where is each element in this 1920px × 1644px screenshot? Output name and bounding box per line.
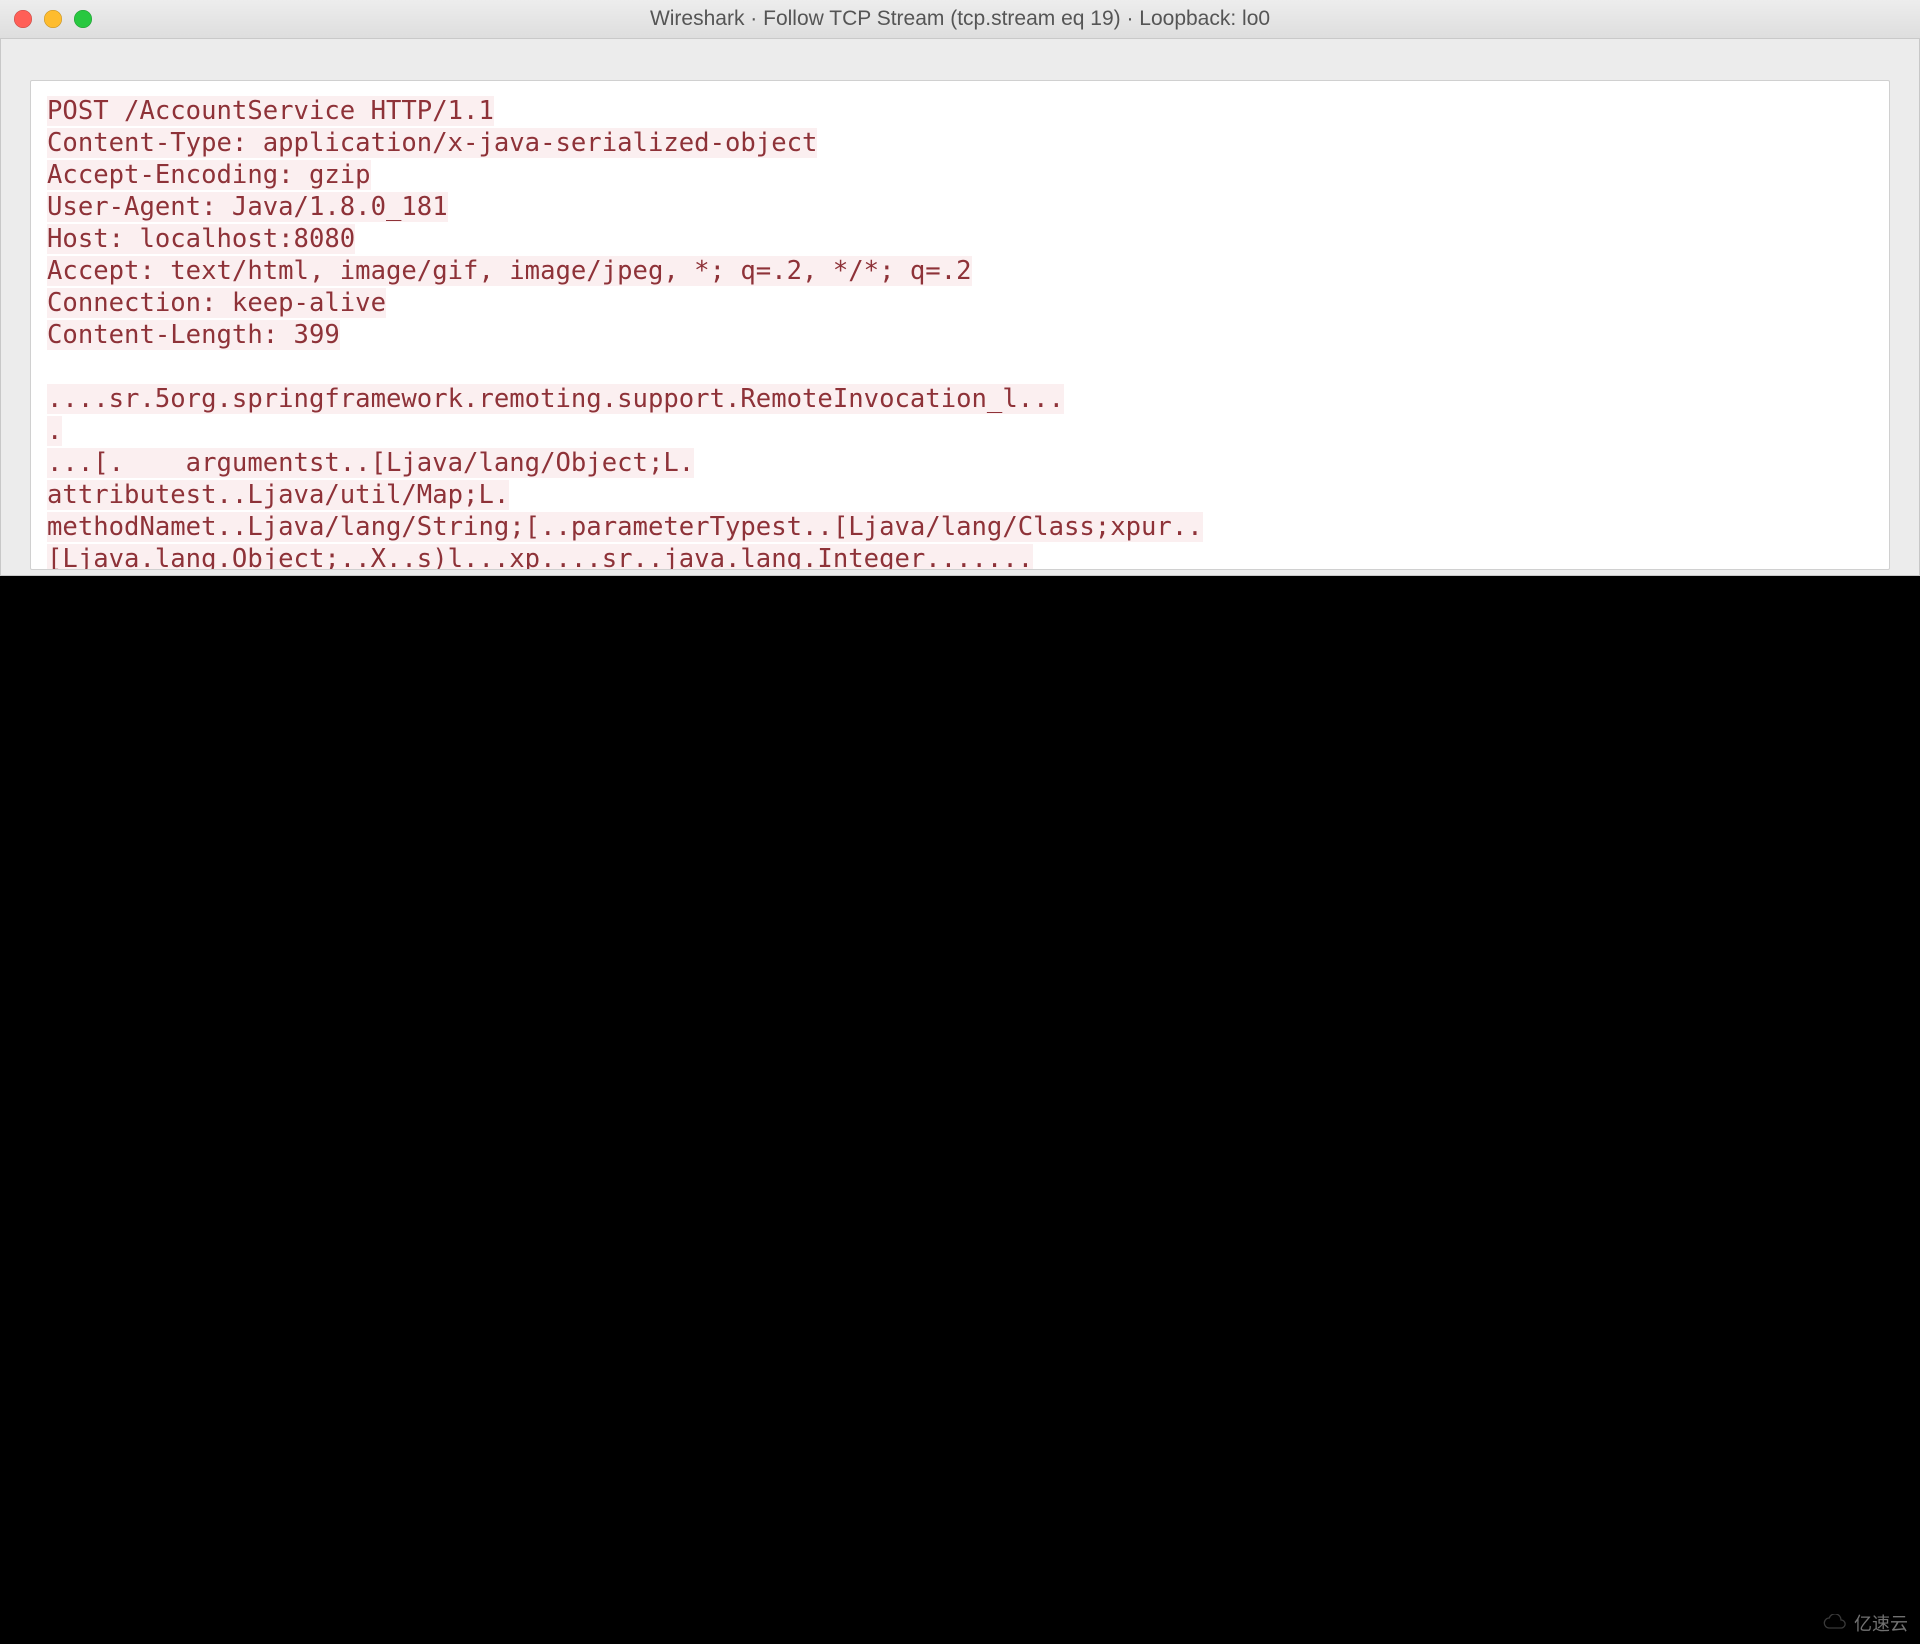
stream-viewer[interactable]: POST /AccountService HTTP/1.1 Content-Ty… <box>30 80 1890 570</box>
stream-line[interactable]: attributest..Ljava/util/Map;L. <box>47 480 509 510</box>
cloud-icon <box>1822 1614 1848 1632</box>
window-controls <box>14 10 92 28</box>
cropped-region <box>0 576 1920 1644</box>
stream-line[interactable]: methodNamet..Ljava/lang/String;[..parame… <box>47 512 1203 542</box>
stream-line[interactable]: User-Agent: Java/1.8.0_181 <box>47 192 448 222</box>
app-window: Wireshark · Follow TCP Stream (tcp.strea… <box>0 0 1920 576</box>
stream-line[interactable]: Content-Length: 399 <box>47 320 340 350</box>
stream-line[interactable]: Host: localhost:8080 <box>47 224 355 254</box>
titlebar[interactable]: Wireshark · Follow TCP Stream (tcp.strea… <box>0 0 1920 39</box>
stream-line[interactable]: ....sr.5org.springframework.remoting.sup… <box>47 384 1064 414</box>
stream-line[interactable]: Content-Type: application/x-java-seriali… <box>47 128 817 158</box>
stream-line[interactable]: [Ljava.lang.Object;..X..s)l...xp....sr..… <box>47 544 1033 570</box>
minimize-icon[interactable] <box>44 10 62 28</box>
watermark-text: 亿速云 <box>1854 1610 1908 1636</box>
close-icon[interactable] <box>14 10 32 28</box>
stream-line[interactable]: . <box>47 416 62 446</box>
stream-line[interactable]: ...[. argumentst..[Ljava/lang/Object;L. <box>47 448 694 478</box>
zoom-icon[interactable] <box>74 10 92 28</box>
stream-line[interactable]: POST /AccountService HTTP/1.1 <box>47 96 494 126</box>
stream-line[interactable]: Connection: keep-alive <box>47 288 386 318</box>
watermark: 亿速云 <box>1822 1610 1908 1636</box>
stream-line[interactable]: Accept: text/html, image/gif, image/jpeg… <box>47 256 972 286</box>
tcp-stream-text[interactable]: POST /AccountService HTTP/1.1 Content-Ty… <box>47 95 1873 570</box>
window-title: Wireshark · Follow TCP Stream (tcp.strea… <box>0 0 1920 38</box>
stream-line[interactable]: Accept-Encoding: gzip <box>47 160 371 190</box>
